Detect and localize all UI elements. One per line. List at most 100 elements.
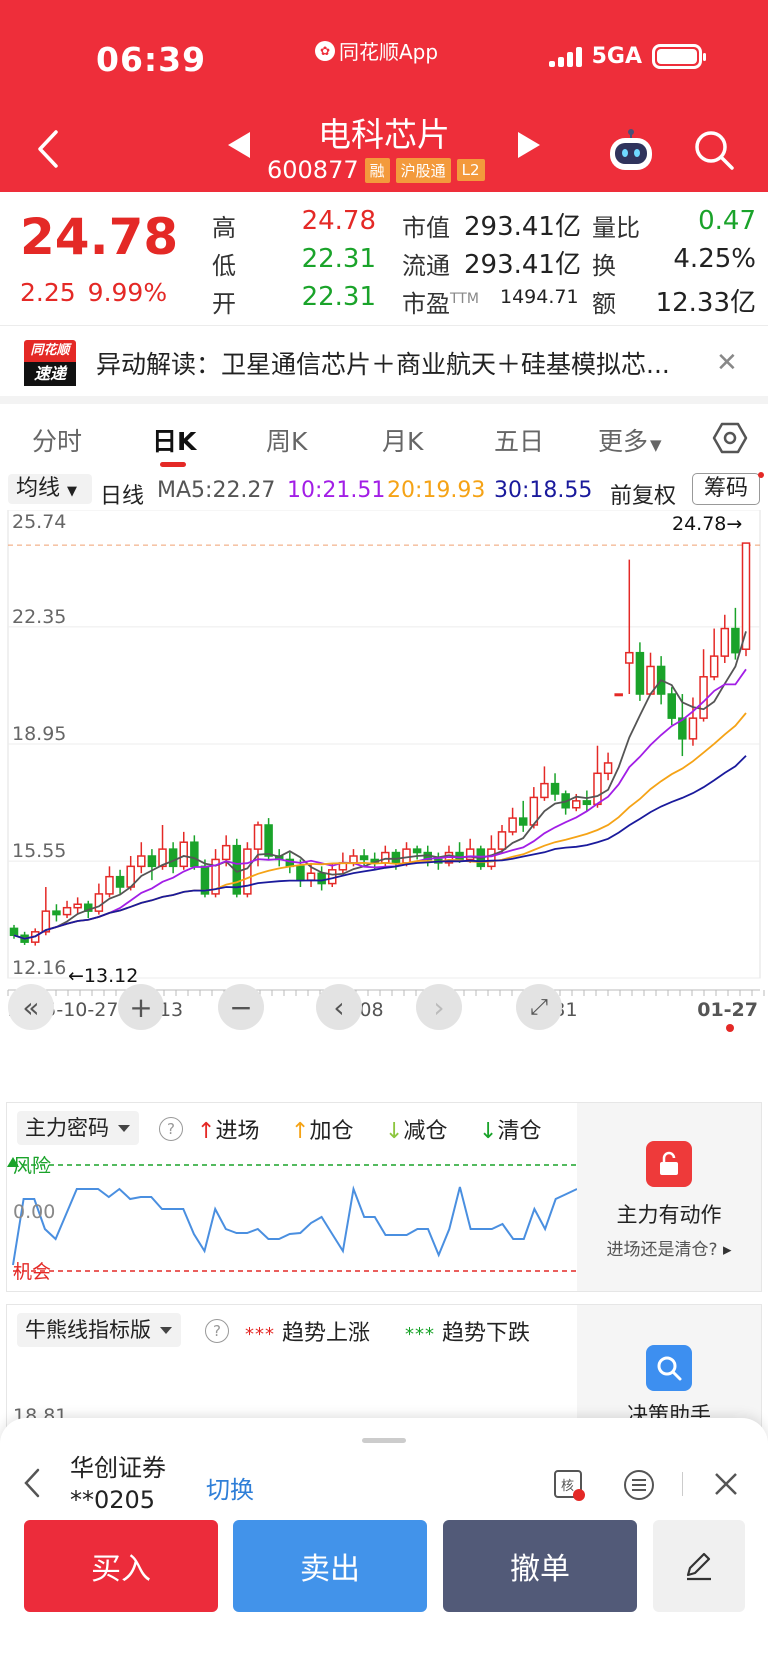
adjust-mode[interactable]: 前复权 (610, 478, 676, 510)
current-date-dot (726, 1024, 734, 1032)
help-icon[interactable]: ? (159, 1117, 183, 1141)
candle-up (137, 855, 146, 868)
tag-connect: 沪股通 (395, 157, 451, 183)
drag-handle[interactable] (362, 1438, 406, 1443)
robot-assistant-icon[interactable] (606, 128, 656, 172)
news-banner[interactable]: 同花顺 速递 异动解读：卫星通信芯片＋商业航天＋硅基模拟芯... ✕ (0, 326, 768, 396)
app-logo-icon: ✿ (315, 40, 335, 61)
candle-down (52, 910, 61, 916)
sell-button[interactable]: 卖出 (233, 1520, 427, 1612)
high-marker: 24.78→ (672, 513, 742, 535)
close-icon[interactable] (712, 1470, 740, 1498)
tag-level2: L2 (456, 159, 485, 181)
candle-up (328, 869, 337, 885)
change-percent: 9.99% (87, 278, 168, 307)
buy-button[interactable]: 买入 (24, 1520, 218, 1612)
label-low: 低 (212, 252, 236, 280)
label-turnover: 换 (592, 252, 616, 280)
label-amount: 额 (592, 290, 616, 318)
y-tick-label: 22.35 (12, 606, 66, 628)
candle-up (253, 824, 263, 850)
next-stock-icon[interactable] (518, 132, 540, 158)
candle-down (582, 800, 592, 806)
candle-up (688, 717, 698, 740)
help-icon[interactable]: ? (205, 1319, 229, 1343)
candle-down (667, 693, 676, 719)
edit-button[interactable] (653, 1520, 745, 1612)
legend-reduce-label: 减仓 (403, 1119, 448, 1144)
candle-up (402, 848, 411, 864)
zoom-in-icon[interactable]: + (118, 984, 164, 1030)
dropdown-arrow-icon: ▼ (650, 436, 662, 454)
prev-stock-icon[interactable] (228, 132, 250, 158)
label-high: 高 (212, 214, 236, 242)
tab-more[interactable]: 更多 ▼ (598, 422, 662, 458)
candle-up (508, 817, 517, 833)
candle-up (73, 903, 82, 909)
legend-trend-down: *** 趋势下跌 (405, 1315, 530, 1347)
candle-up (487, 848, 496, 868)
divider (682, 1472, 683, 1496)
broker-account: **0205 (70, 1486, 156, 1514)
menu-list-icon[interactable] (622, 1468, 656, 1502)
candle-up (625, 651, 634, 664)
scroll-left-icon[interactable]: ‹ (316, 984, 362, 1030)
tab-active-indicator (160, 462, 186, 467)
label-pe-text: 市盈 (402, 290, 450, 318)
ma5-value: MA5:22.27 (157, 478, 276, 503)
scroll-far-left-icon[interactable]: « (8, 984, 54, 1030)
label-zero: 0.00 (13, 1201, 56, 1223)
indicator-select-1[interactable]: 主力密码 (17, 1111, 139, 1145)
zoom-out-icon[interactable]: − (218, 984, 264, 1030)
news-text[interactable]: 异动解读：卫星通信芯片＋商业航天＋硅基模拟芯... (96, 345, 670, 381)
candle-up (572, 800, 581, 809)
candle-up (540, 782, 549, 799)
indicator-panel-main-force: 主力密码 ? ↑进场 ↑加仓 ↓减仓 ↓清仓 风险 0.00 机会 主力有动作 … (6, 1102, 762, 1292)
legend-clear: ↓清仓 (479, 1113, 541, 1145)
status-indicators: 5GA (548, 44, 706, 69)
main-force-card[interactable]: 主力有动作 进场还是清仓? ▸ (577, 1103, 761, 1291)
ma-select[interactable]: 均线 ▼ (8, 474, 92, 504)
scroll-right-icon[interactable]: › (416, 984, 462, 1030)
candle-down (635, 651, 645, 695)
settings-icon[interactable] (712, 420, 748, 456)
news-logo: 同花顺 速递 (24, 340, 76, 386)
tab-intraday[interactable]: 分时 (32, 422, 82, 458)
value-low: 22.31 (301, 244, 376, 274)
ma-period: 日线 (100, 484, 145, 509)
search-icon[interactable] (692, 128, 736, 172)
arrow-up-icon: ↑ (291, 1119, 310, 1144)
tab-monthly[interactable]: 月K (382, 422, 423, 458)
edit-icon (686, 1552, 711, 1581)
candle-up (243, 848, 252, 895)
signal-icon (548, 46, 582, 67)
tab-daily[interactable]: 日K (152, 422, 196, 458)
close-icon[interactable]: ✕ (716, 348, 738, 378)
tab-five-day[interactable]: 五日 (494, 422, 544, 458)
dots-green-icon: *** (405, 1324, 435, 1345)
notify-dot (758, 472, 764, 478)
news-logo-bottom: 速递 (24, 362, 76, 386)
low-marker: ←13.12 (68, 965, 138, 987)
candle-up (306, 872, 316, 881)
kline-chart[interactable]: 25.74 22.35 18.95 15.55 12.16 24.78→ ←13.12 202… (0, 509, 768, 1090)
verify-icon[interactable]: 核 (552, 1468, 586, 1502)
indicator-select-2[interactable]: 牛熊线指标版 (17, 1313, 181, 1347)
candle-up (699, 676, 708, 719)
decision-card[interactable]: 决策助手 (577, 1305, 761, 1435)
chip-button[interactable]: 筹码 (692, 473, 760, 505)
switch-account-link[interactable]: 切换 (206, 1470, 254, 1505)
arrow-down-icon: ↓ (479, 1119, 498, 1144)
legend-trend-down-label: 趋势下跌 (442, 1321, 531, 1346)
network-label: 5GA (591, 44, 642, 69)
legend-add-label: 加仓 (309, 1119, 354, 1144)
tab-weekly[interactable]: 周K (266, 422, 307, 458)
kline-svg[interactable]: 25.7422.3518.9515.5512.1624.78→←13.12202… (0, 509, 768, 1090)
candle-up (105, 875, 114, 895)
svg-text:核: 核 (561, 1479, 574, 1494)
fullscreen-icon[interactable]: ⤢ (516, 984, 562, 1030)
candle-up (221, 844, 231, 861)
cancel-order-button[interactable]: 撤单 (443, 1520, 637, 1612)
ma-legend-row: 均线 ▼ 日线 MA5:22.27 10:21.51 20:19.93 30:1… (0, 470, 768, 510)
collapse-arrow-icon[interactable] (22, 1466, 44, 1500)
